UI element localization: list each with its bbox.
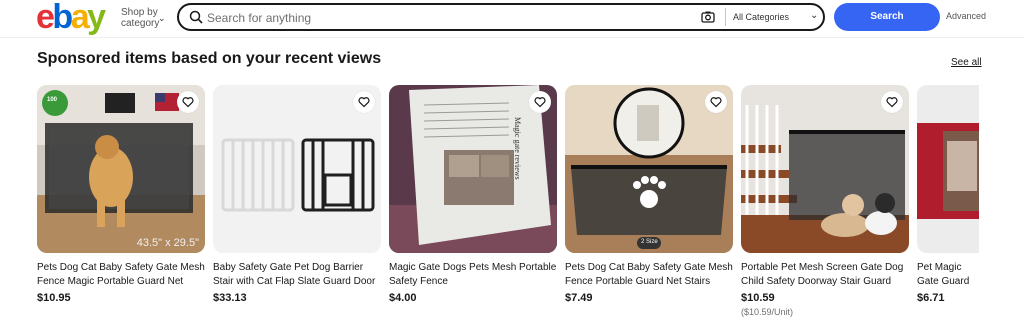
product-title[interactable]: Pet Magic Gate Guard Magic G xyxy=(917,261,979,289)
partial-product-image xyxy=(917,85,979,253)
size-badge: 2 Size xyxy=(641,239,658,245)
product-title[interactable]: Baby Safety Gate Pet Dog Barrier Stair w… xyxy=(213,261,381,289)
header-divider xyxy=(0,37,1024,38)
section-title: Sponsored items based on your recent vie… xyxy=(37,50,382,67)
see-all-link[interactable]: See all xyxy=(951,57,982,68)
watch-button[interactable] xyxy=(881,91,903,113)
product-price: $4.00 xyxy=(389,292,417,304)
product-title[interactable]: Pets Dog Cat Baby Safety Gate Mesh Fence… xyxy=(565,261,733,289)
product-price: $33.13 xyxy=(213,292,247,304)
heart-icon xyxy=(358,97,370,108)
heart-icon xyxy=(886,97,898,108)
product-card[interactable]: 2 Size Pets Dog Cat Baby Safety Gate Mes… xyxy=(565,85,733,304)
search-icon xyxy=(189,10,203,24)
product-price: $10.59 xyxy=(741,292,775,304)
product-image[interactable]: 100 43.5" x 29.5" xyxy=(37,85,205,253)
advanced-search-link[interactable]: Advanced xyxy=(946,11,986,21)
product-image[interactable] xyxy=(741,85,909,253)
watch-button[interactable] xyxy=(529,91,551,113)
product-price: $10.95 xyxy=(37,292,71,304)
heart-icon xyxy=(710,97,722,108)
chevron-down-icon: ⌄ xyxy=(810,10,819,21)
product-card[interactable]: 100 43.5" x 29.5" Pets Dog Cat Baby Safe… xyxy=(37,85,205,304)
heart-icon xyxy=(534,97,546,108)
product-image[interactable] xyxy=(213,85,381,253)
product-image[interactable] xyxy=(917,85,979,253)
header: ebay Shop by category ⌄ Search for anyth… xyxy=(0,0,1024,36)
package-text: Magic gate reviews xyxy=(513,117,522,180)
product-title[interactable]: Magic Gate Dogs Pets Mesh Portable Safet… xyxy=(389,261,557,289)
search-placeholder: Search for anything xyxy=(207,11,312,25)
guarantee-badge: 100 xyxy=(47,97,58,103)
ebay-logo[interactable]: ebay xyxy=(36,0,106,34)
watch-button[interactable] xyxy=(705,91,727,113)
product-image[interactable]: 2 Size xyxy=(565,85,733,253)
size-label: 43.5" x 29.5" xyxy=(136,237,199,249)
product-card[interactable]: Portable Pet Mesh Screen Gate Dog Child … xyxy=(741,85,909,317)
search-button[interactable]: Search xyxy=(834,3,940,31)
search-divider xyxy=(725,8,726,26)
product-image[interactable]: Magic gate reviews xyxy=(389,85,557,253)
search-input[interactable]: Search for anything All Categories ⌄ xyxy=(177,3,825,31)
chevron-down-icon: ⌄ xyxy=(158,13,166,23)
unit-price: ($10.59/Unit) xyxy=(741,307,794,317)
heart-icon xyxy=(182,97,194,108)
product-card[interactable]: Pet Magic Gate Guard Magic G $6.71 xyxy=(917,85,979,315)
watch-button[interactable] xyxy=(177,91,199,113)
product-price: $7.49 xyxy=(565,292,593,304)
camera-icon[interactable] xyxy=(701,10,715,24)
watch-button[interactable] xyxy=(353,91,375,113)
product-card[interactable]: Magic gate reviews Magic Gate Dogs Pets … xyxy=(389,85,557,304)
category-select[interactable]: All Categories xyxy=(733,12,789,22)
product-price: $6.71 xyxy=(917,292,945,304)
product-card[interactable]: Baby Safety Gate Pet Dog Barrier Stair w… xyxy=(213,85,381,304)
product-title[interactable]: Portable Pet Mesh Screen Gate Dog Child … xyxy=(741,261,909,289)
shop-by-category-button[interactable]: Shop by category ⌄ xyxy=(121,7,169,29)
product-title[interactable]: Pets Dog Cat Baby Safety Gate Mesh Fence… xyxy=(37,261,205,289)
